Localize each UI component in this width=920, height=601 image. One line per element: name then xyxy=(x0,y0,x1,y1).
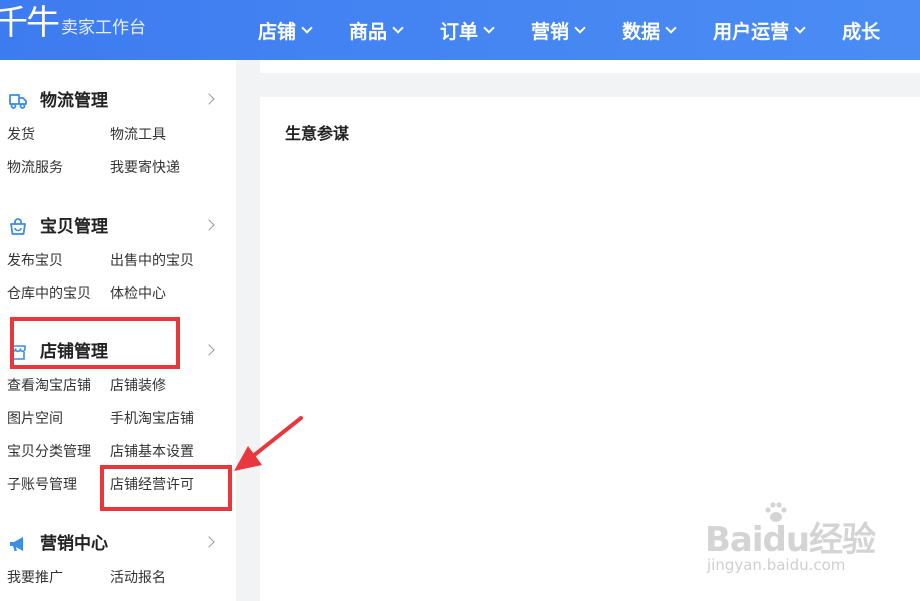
section-items-header[interactable]: 宝贝管理 xyxy=(0,214,236,240)
baidu-jingyan-watermark: Baidu经验 jingyan.baidu.com xyxy=(705,500,905,585)
panel-title: 生意参谋 xyxy=(285,124,350,143)
watermark-url: jingyan.baidu.com xyxy=(707,556,846,574)
link-promote[interactable]: 我要推广 xyxy=(7,568,63,588)
nav-orders-label: 订单 xyxy=(440,20,479,43)
nav-user-ops[interactable]: 用户运营 xyxy=(713,0,806,60)
link-item-category-management[interactable]: 宝贝分类管理 xyxy=(7,442,91,462)
link-sub-account-management[interactable]: 子账号管理 xyxy=(7,475,77,495)
nav-orders[interactable]: 订单 xyxy=(440,0,495,60)
chevron-down-icon xyxy=(483,21,495,34)
highlight-box-business-license xyxy=(100,465,232,511)
chevron-down-icon xyxy=(301,21,313,34)
chevron-down-icon xyxy=(392,21,404,34)
link-publish-item[interactable]: 发布宝贝 xyxy=(7,251,63,271)
megaphone-icon xyxy=(10,537,23,551)
nav-growth[interactable]: 成长 xyxy=(842,0,880,60)
link-image-space[interactable]: 图片空间 xyxy=(7,409,63,429)
link-items-in-warehouse[interactable]: 仓库中的宝贝 xyxy=(7,284,91,304)
link-ship[interactable]: 发货 xyxy=(7,125,35,145)
chevron-down-icon xyxy=(665,21,677,34)
watermark-main-text: Baidu经验 xyxy=(705,520,876,560)
link-logistics-tools[interactable]: 物流工具 xyxy=(110,125,166,145)
chevron-down-icon xyxy=(794,21,806,34)
brand-subtitle: 卖家工作台 xyxy=(61,18,146,38)
link-event-signup[interactable]: 活动报名 xyxy=(110,568,166,588)
brand-logo[interactable]: 千牛 xyxy=(0,3,60,43)
shopping-bag-icon xyxy=(10,218,26,235)
section-marketing-title: 营销中心 xyxy=(40,534,108,554)
link-health-check[interactable]: 体检中心 xyxy=(110,284,166,304)
nav-data[interactable]: 数据 xyxy=(622,0,677,60)
chevron-right-icon xyxy=(203,219,215,231)
chevron-right-icon xyxy=(203,344,215,356)
chevron-right-icon xyxy=(203,536,215,548)
nav-growth-label: 成长 xyxy=(842,20,881,43)
chevron-right-icon xyxy=(203,93,215,105)
link-send-express[interactable]: 我要寄快递 xyxy=(110,158,180,178)
section-logistics-title: 物流管理 xyxy=(40,91,108,111)
chevron-down-icon xyxy=(574,21,586,34)
link-logistics-service[interactable]: 物流服务 xyxy=(7,158,63,178)
nav-store[interactable]: 店铺 xyxy=(258,0,313,60)
nav-user-ops-label: 用户运营 xyxy=(713,20,790,43)
link-view-taobao-store[interactable]: 查看淘宝店铺 xyxy=(7,376,91,396)
section-logistics-header[interactable]: 物流管理 xyxy=(0,88,236,114)
nav-products[interactable]: 商品 xyxy=(349,0,404,60)
link-mobile-taobao-store[interactable]: 手机淘宝店铺 xyxy=(110,409,194,429)
highlight-box-store-management xyxy=(10,317,180,369)
nav-marketing[interactable]: 营销 xyxy=(531,0,586,60)
top-content-strip xyxy=(260,60,920,73)
nav-data-label: 数据 xyxy=(622,20,661,43)
nav-marketing-label: 营销 xyxy=(531,20,570,43)
link-store-basic-settings[interactable]: 店铺基本设置 xyxy=(110,442,194,462)
nav-products-label: 商品 xyxy=(349,20,388,43)
section-marketing-header[interactable]: 营销中心 xyxy=(0,531,236,557)
truck-icon xyxy=(9,94,27,109)
nav-store-label: 店铺 xyxy=(258,20,297,43)
main-nav: 店铺 商品 订单 营销 数据 用户运营 成长 xyxy=(258,0,918,60)
link-store-decoration[interactable]: 店铺装修 xyxy=(110,376,166,396)
section-items-title: 宝贝管理 xyxy=(40,217,108,237)
top-bar: 千牛 卖家工作台 店铺 商品 订单 营销 数据 用户运营 成长 xyxy=(0,0,920,60)
link-items-on-sale[interactable]: 出售中的宝贝 xyxy=(110,251,194,271)
